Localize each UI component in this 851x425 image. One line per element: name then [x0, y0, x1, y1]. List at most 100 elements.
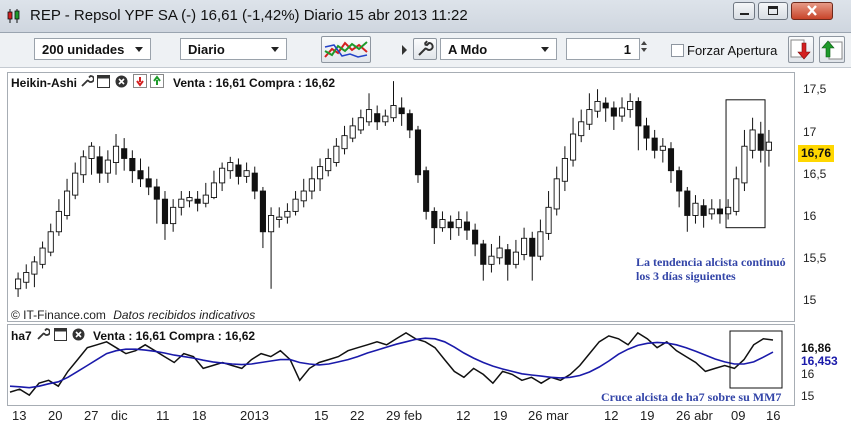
bearish-candle [651, 137, 658, 151]
bullish-candle [512, 251, 519, 265]
bullish-candle [618, 107, 626, 117]
price-annotation: La tendencia alcista continuó los 3 días… [636, 255, 786, 283]
x-tick: 29 feb [386, 408, 423, 423]
sell-arrow-icon [790, 39, 811, 60]
bearish-candle [716, 208, 724, 215]
bearish-candle [96, 156, 103, 174]
bearish-candle [153, 186, 160, 200]
chart-toolbar: 200 unidades Diario A Mdo 1 Forzar Apert… [0, 33, 851, 68]
ha7-annotation: Cruce alcista de ha7 sobre su MM7 [601, 390, 782, 404]
bullish-candle [325, 158, 332, 172]
bearish-candle [259, 190, 266, 233]
bullish-candle [276, 216, 283, 220]
bullish-candle [112, 145, 120, 163]
bullish-candle [170, 206, 177, 225]
bearish-candle [137, 170, 144, 180]
close-icon [807, 5, 817, 16]
bullish-candle [349, 125, 356, 139]
bullish-candle [553, 178, 560, 210]
bullish-candle [15, 278, 22, 290]
bearish-candle [700, 205, 707, 216]
quantity-stepper[interactable] [641, 41, 648, 58]
y-tick: 17,5 [803, 82, 827, 96]
force-open-checkbox[interactable] [671, 44, 684, 57]
wrench-icon [418, 40, 434, 56]
period-select[interactable]: Diario [180, 38, 287, 60]
bearish-candle [610, 107, 617, 117]
order-type-select[interactable]: A Mdo [440, 38, 557, 60]
x-tick: 12 [456, 408, 471, 423]
x-tick: dic [111, 408, 128, 423]
bearish-candle [667, 148, 675, 172]
bullish-candle [63, 190, 71, 216]
bearish-candle [472, 229, 479, 245]
bearish-candle [504, 249, 511, 265]
panel-expand-arrow-icon[interactable] [402, 45, 407, 55]
minimize-icon [740, 13, 749, 15]
bullish-candle [284, 210, 291, 218]
x-tick: 27 [84, 408, 99, 423]
units-select[interactable]: 200 unidades [34, 38, 151, 60]
x-tick: 26 mar [528, 408, 569, 423]
bullish-candle [186, 197, 193, 202]
chevron-down-icon [135, 47, 143, 52]
y-tick: 15 [803, 293, 817, 307]
quantity-input[interactable]: 1 [566, 38, 640, 60]
maximize-button[interactable] [758, 2, 788, 20]
bullish-candle [333, 145, 340, 163]
x-tick: 15 [314, 408, 329, 423]
bullish-candle [627, 100, 634, 111]
annotation-line: los 3 días siguientes [636, 269, 736, 283]
buy-arrow-icon [821, 40, 843, 60]
x-tick: 09 [731, 408, 746, 423]
bullish-candle [390, 105, 397, 119]
bullish-candle [455, 219, 462, 229]
attribution: © IT-Finance.com Datos recibidos indicat… [11, 308, 255, 322]
x-tick: 26 abr [676, 408, 713, 423]
bullish-candle [578, 121, 585, 137]
bearish-candle [529, 237, 536, 257]
bearish-candle [757, 133, 764, 151]
heikin-ashi-chart[interactable] [8, 73, 794, 321]
minimize-button[interactable] [733, 2, 755, 20]
indicators-button[interactable] [321, 36, 371, 63]
bearish-candle [145, 178, 152, 188]
x-tick: 18 [192, 408, 207, 423]
bullish-candle [55, 210, 62, 233]
settings-button[interactable] [413, 38, 437, 60]
buy-button[interactable] [819, 36, 845, 63]
x-tick: 12 [604, 408, 619, 423]
bullish-candle [357, 117, 364, 131]
x-tick: 2013 [240, 408, 269, 423]
x-tick: 16 [766, 408, 781, 423]
bullish-candle [382, 115, 389, 123]
bearish-candle [235, 164, 242, 177]
bearish-candle [406, 113, 413, 131]
bearish-candle [676, 170, 683, 192]
close-button[interactable] [791, 2, 833, 20]
bearish-candle [684, 190, 691, 216]
bearish-candle [423, 170, 430, 212]
order-type-value: A Mdo [448, 42, 488, 57]
x-tick: 19 [640, 408, 655, 423]
bullish-candle [202, 194, 209, 204]
bearish-candle [643, 125, 650, 139]
bullish-candle [72, 172, 79, 196]
bullish-candle [23, 272, 30, 283]
x-tick: 20 [48, 408, 63, 423]
bullish-candle [300, 190, 307, 202]
bullish-candle [178, 198, 185, 208]
chevron-down-icon [271, 47, 279, 52]
ha7-y-tick: 15 [801, 389, 815, 403]
ha7-value-blue: 16,453 [801, 354, 838, 368]
units-select-value: 200 unidades [42, 42, 125, 57]
ha7-ma7-line [9, 337, 774, 389]
bullish-candle [741, 145, 748, 184]
window-title: REP - Repsol YPF SA (-) 16,61 (-1,42%) D… [30, 7, 468, 24]
bearish-candle [480, 243, 487, 265]
bullish-candle [496, 247, 503, 259]
sell-button[interactable] [788, 36, 814, 63]
x-tick: 19 [493, 408, 508, 423]
bullish-candle [569, 133, 577, 161]
bullish-candle [47, 231, 54, 253]
